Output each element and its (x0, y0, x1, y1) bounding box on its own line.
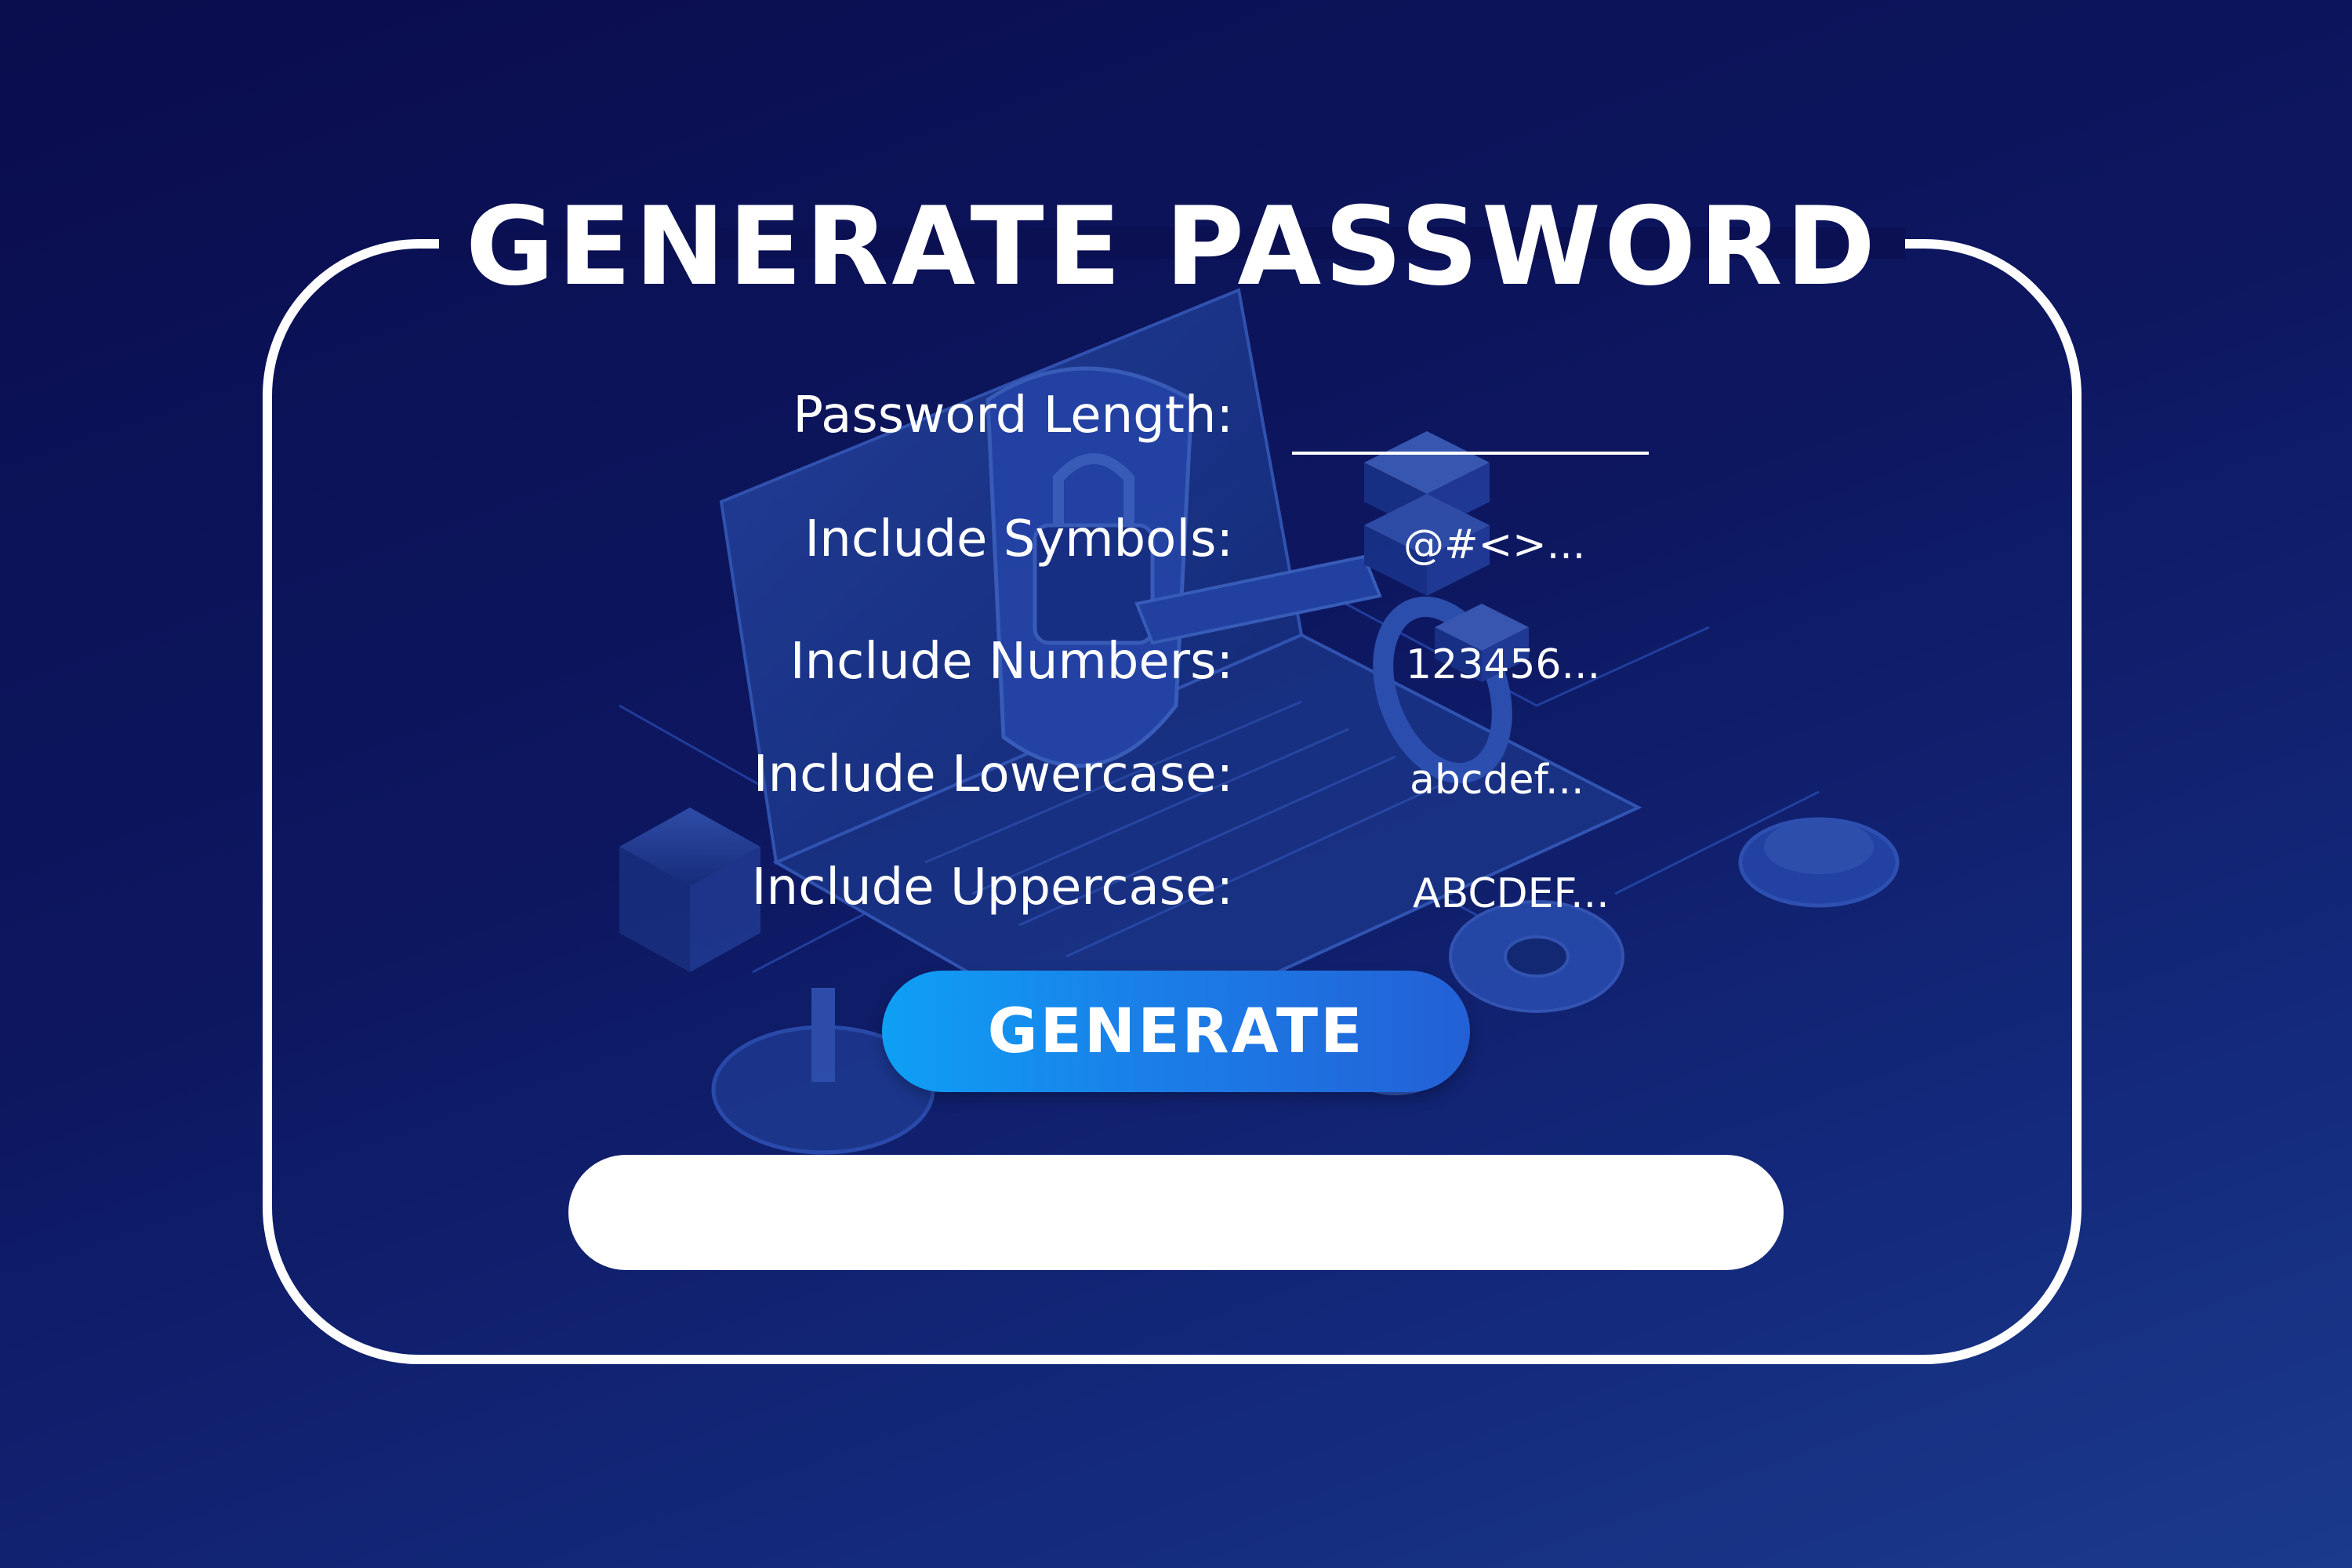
include-lowercase-label: Include Lowercase: (753, 746, 1233, 804)
generated-password-output[interactable] (568, 1155, 1784, 1270)
generate-button[interactable]: GENERATE (882, 971, 1470, 1092)
include-uppercase-option[interactable]: ABCDEF... (1413, 862, 1610, 925)
include-numbers-label: Include Numbers: (789, 633, 1233, 691)
include-symbols-option[interactable]: @#<>... (1403, 514, 1585, 576)
include-numbers-option[interactable]: 123456... (1406, 633, 1600, 696)
password-length-label: Password Length: (793, 387, 1233, 445)
password-length-input[interactable] (1292, 392, 1649, 455)
include-symbols-label: Include Symbols: (804, 510, 1233, 568)
page-title: GENERATE PASSWORD (465, 183, 1879, 310)
include-uppercase-label: Include Uppercase: (751, 858, 1233, 916)
include-lowercase-option[interactable]: abcdef... (1410, 749, 1584, 811)
